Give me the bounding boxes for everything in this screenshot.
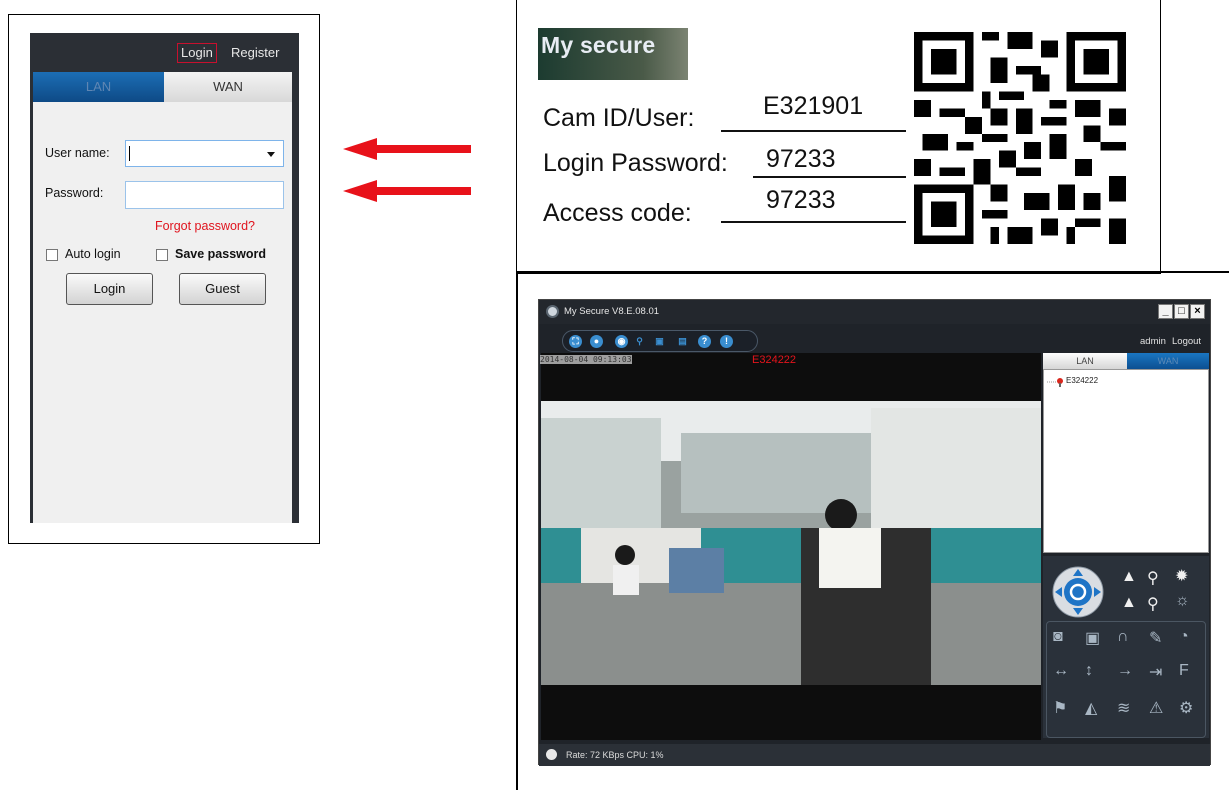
- forgot-password-link[interactable]: Forgot password?: [125, 219, 255, 233]
- cam-id-label: Cam ID/User:: [543, 104, 695, 132]
- next-icon[interactable]: →: [1117, 662, 1133, 680]
- title-bar: My Secure V8.E.08.01 _ □ ×: [539, 300, 1210, 324]
- underline: [753, 176, 906, 178]
- search-icon[interactable]: ⚲: [633, 335, 646, 348]
- tab-wan[interactable]: WAN: [1127, 353, 1209, 369]
- login-password-value: 97233: [766, 145, 836, 173]
- vertical-patrol-icon[interactable]: ↕: [1085, 662, 1093, 680]
- video-timestamp: 2014-08-04 09:13:03: [540, 355, 632, 364]
- username-dropdown[interactable]: [125, 140, 284, 167]
- chevron-down-icon[interactable]: [267, 152, 275, 157]
- current-user: admin: [1140, 336, 1166, 347]
- login-window: Login Register LAN WAN User name: Passwo…: [30, 33, 299, 523]
- device-list: E324222: [1043, 369, 1209, 553]
- underline: [721, 130, 906, 132]
- toolbar: ⛶ ● ◉ ⚲ ▣ ▤ ? !: [562, 330, 758, 352]
- divider: [516, 272, 518, 790]
- mirror-icon[interactable]: ◭: [1085, 698, 1097, 718]
- microphone-icon[interactable]: ✎: [1149, 628, 1162, 648]
- save-password-label: Save password: [175, 247, 267, 261]
- video-record-icon[interactable]: ▣: [1085, 628, 1100, 648]
- flip-icon[interactable]: F: [1179, 662, 1189, 680]
- username-label: User name:: [45, 146, 110, 160]
- auto-login-label: Auto login: [65, 247, 121, 261]
- password-field[interactable]: [125, 181, 284, 209]
- viewer-window: My Secure V8.E.08.01 _ □ × ⛶ ● ◉ ⚲ ▣ ▤ ?…: [538, 299, 1211, 766]
- underline: [721, 221, 906, 223]
- login-form: User name: Password: Forgot password? Au…: [33, 102, 292, 523]
- preset-icon[interactable]: ⇥: [1149, 662, 1162, 682]
- top-register-link[interactable]: Register: [231, 45, 279, 60]
- save-password-checkbox[interactable]: [156, 249, 168, 261]
- flag-icon[interactable]: ⚑: [1053, 698, 1067, 718]
- horizontal-patrol-icon[interactable]: ↔: [1053, 662, 1069, 680]
- qr-code-icon: [914, 32, 1126, 244]
- password-label: Password:: [45, 186, 104, 200]
- camera-device-icon: [1047, 378, 1063, 387]
- status-bar: Rate: 72 KBps CPU: 1%: [539, 744, 1210, 766]
- arrow-left-icon: [343, 180, 471, 202]
- status-text: Rate: 72 KBps CPU: 1%: [566, 750, 664, 760]
- cam-id-value: E321901: [763, 92, 864, 120]
- auto-login-checkbox[interactable]: [46, 249, 58, 261]
- access-code-value: 97233: [766, 186, 836, 214]
- tab-lan[interactable]: LAN: [33, 72, 164, 102]
- headphone-icon[interactable]: ∩: [1117, 628, 1129, 646]
- alarm-icon[interactable]: ⚠: [1149, 698, 1163, 718]
- camera-id-label: E324222: [752, 354, 797, 366]
- app-logo-icon: [546, 305, 559, 318]
- brightness-down-icon[interactable]: ☼: [1175, 592, 1190, 610]
- direction-pad-icon[interactable]: [1052, 566, 1104, 618]
- info-icon[interactable]: !: [720, 335, 733, 348]
- login-password-label: Login Password:: [543, 149, 728, 177]
- guest-button[interactable]: Guest: [179, 273, 266, 305]
- logout-link[interactable]: Logout: [1172, 336, 1201, 347]
- focus-icon[interactable]: ⚲: [1147, 568, 1159, 588]
- function-grid: ◙ ▣ ∩ ✎ ◔ ↔ ↕ → ⇥ F ⚑ ◭ ≋ ⚠ ⚙: [1046, 621, 1206, 738]
- maximize-icon[interactable]: □: [1174, 304, 1189, 319]
- timer-icon[interactable]: ◔: [1179, 628, 1189, 646]
- snapshot-icon[interactable]: ◙: [1053, 628, 1063, 646]
- top-login-link[interactable]: Login: [177, 43, 217, 63]
- office-camera-image: [541, 353, 1041, 740]
- brightness-up-icon[interactable]: ✹: [1175, 566, 1188, 586]
- minimize-icon[interactable]: _: [1158, 304, 1173, 319]
- right-panel: LAN WAN E324222 ▲ ⚲ ✹ ▲ ⚲ ☼ ◙ ▣ ∩ ✎ ◔ ↔ …: [1043, 353, 1209, 738]
- video-feed[interactable]: [541, 353, 1041, 740]
- brand-logo-text: My secure: [541, 32, 656, 58]
- arrow-left-icon: [343, 138, 471, 160]
- ptz-control-panel: ▲ ⚲ ✹ ▲ ⚲ ☼ ◙ ▣ ∩ ✎ ◔ ↔ ↕ → ⇥ F ⚑ ◭ ≋ ⚠ …: [1043, 556, 1209, 738]
- zoom-in-icon[interactable]: ▲: [1121, 568, 1137, 586]
- help-icon[interactable]: ?: [698, 335, 711, 348]
- lock-icon[interactable]: ▣: [653, 335, 666, 348]
- close-icon[interactable]: ×: [1190, 304, 1205, 319]
- zoom-out-icon[interactable]: ▲: [1121, 594, 1137, 612]
- window-title: My Secure V8.E.08.01: [564, 306, 660, 317]
- camera-icon[interactable]: ◉: [615, 335, 628, 348]
- tab-wan[interactable]: WAN: [164, 72, 292, 102]
- device-item[interactable]: E324222: [1066, 376, 1098, 385]
- record-icon[interactable]: ●: [590, 335, 603, 348]
- login-topbar: Login Register: [30, 33, 299, 75]
- focus-out-icon[interactable]: ⚲: [1147, 594, 1159, 614]
- login-screenshot-frame: Login Register LAN WAN User name: Passwo…: [8, 14, 320, 544]
- login-button[interactable]: Login: [66, 273, 153, 305]
- divider: [516, 271, 1229, 273]
- status-icon: [546, 749, 557, 760]
- access-code-label: Access code:: [543, 199, 692, 227]
- text-cursor: [129, 146, 130, 161]
- save-icon[interactable]: ▤: [676, 335, 689, 348]
- tab-lan[interactable]: LAN: [1043, 353, 1127, 369]
- settings-icon[interactable]: ⚙: [1179, 698, 1193, 718]
- device-credentials-card: My secure Cam ID/User: E321901 Login Pas…: [516, 0, 1161, 274]
- brand-logo: My secure: [538, 28, 688, 80]
- fullscreen-icon[interactable]: ⛶: [569, 335, 582, 348]
- wifi-icon[interactable]: ≋: [1117, 698, 1130, 718]
